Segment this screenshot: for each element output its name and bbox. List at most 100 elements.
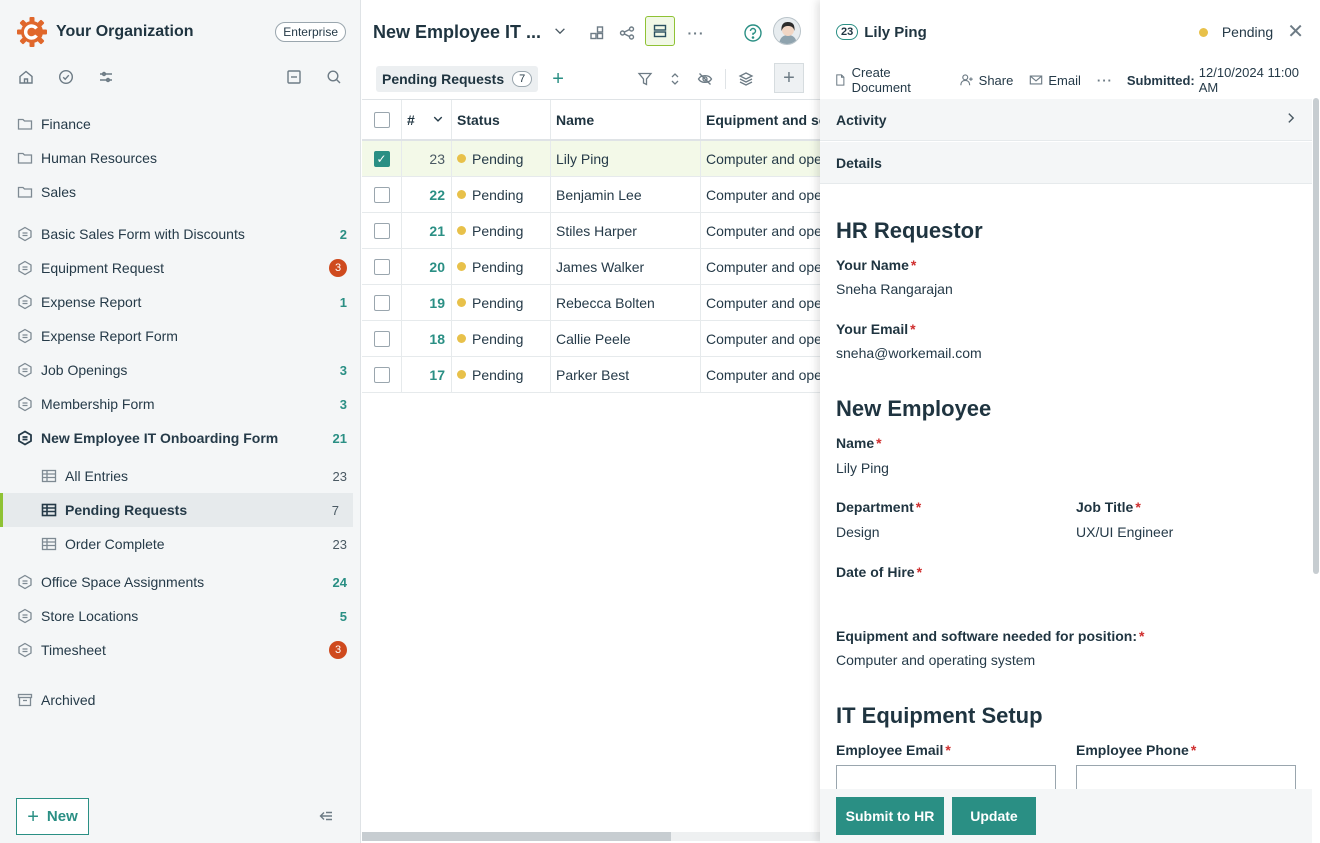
status-badge[interactable]: Pending [1198, 24, 1273, 40]
sidebar: Your Organization Enterprise Finance Hum… [0, 0, 361, 843]
col-header-status[interactable]: Status [452, 100, 551, 139]
col-header-label: # [407, 111, 415, 128]
hide-fields-icon[interactable] [690, 64, 720, 94]
row-number[interactable]: 20 [402, 249, 452, 284]
panel-actions: Create Document Share Email ··· Submitte… [834, 65, 1310, 95]
row-checkbox[interactable] [373, 186, 390, 203]
share-button[interactable]: Share [959, 73, 1013, 88]
your-email-label: Your Email * [836, 321, 916, 337]
email-button[interactable]: Email [1029, 73, 1081, 88]
new-button-label: New [46, 808, 78, 825]
row-name: Parker Best [551, 357, 701, 392]
sidebar-item-label: Sales [41, 184, 77, 200]
sidebar-form-equipment-request[interactable]: Equipment Request 3 [0, 251, 361, 285]
sidebar-form-store-locations[interactable]: Store Locations 5 [0, 599, 361, 633]
help-icon[interactable] [738, 18, 768, 48]
collapse-all-icon[interactable] [284, 67, 304, 87]
sidebar-item-label: Office Space Assignments [41, 574, 205, 590]
row-number[interactable]: 21 [402, 213, 452, 248]
sidebar-folder-human-resources[interactable]: Human Resources [0, 141, 361, 175]
employee-email-label: Employee Email * [836, 742, 951, 758]
sidebar-form-office-space[interactable]: Office Space Assignments 24 [0, 565, 361, 599]
sidebar-archived[interactable]: Archived [0, 683, 361, 717]
row-select-cell [362, 321, 402, 356]
sidebar-folder-finance[interactable]: Finance [0, 107, 361, 141]
sidebar-form-expense-report-form[interactable]: Expense Report Form [0, 319, 361, 353]
more-icon[interactable]: ··· [681, 18, 711, 48]
table-row[interactable]: 20 Pending James Walker Computer and operat… [362, 249, 820, 285]
search-icon[interactable] [324, 67, 344, 87]
home-icon[interactable] [16, 67, 36, 87]
row-number[interactable]: 23 [402, 141, 452, 176]
collapse-sidebar-icon[interactable] [318, 808, 334, 827]
workflow-icon[interactable] [612, 18, 642, 48]
scrollbar-thumb[interactable] [362, 832, 671, 841]
entry-count: 3 [339, 396, 347, 412]
col-header-num[interactable]: # [402, 100, 452, 139]
sidebar-form-membership[interactable]: Membership Form 3 [0, 387, 361, 421]
check-circle-icon[interactable] [56, 67, 76, 87]
add-view-icon[interactable]: + [552, 68, 564, 91]
row-equipment: Computer and operating system [706, 150, 820, 167]
table-row[interactable]: ✓ 23 Pending Lily Ping Computer and operatin… [362, 141, 820, 177]
split-view-icon[interactable] [645, 16, 675, 46]
row-checkbox[interactable] [373, 366, 390, 383]
sidebar-view-pending-requests[interactable]: Pending Requests 7 [0, 493, 353, 527]
filter-icon[interactable] [630, 64, 660, 94]
sort-desc-icon[interactable] [432, 112, 444, 128]
view-title[interactable]: New Employee IT ... [373, 22, 541, 43]
sort-icon[interactable] [660, 64, 690, 94]
name-label: Name * [836, 435, 882, 451]
add-column-button[interactable]: + [774, 63, 804, 93]
sidebar-item-label: Archived [41, 692, 96, 708]
grid-view-icon[interactable] [582, 18, 612, 48]
sidebar-folder-sales[interactable]: Sales [0, 175, 361, 209]
sidebar-form-job-openings[interactable]: Job Openings 3 [0, 353, 361, 387]
vertical-scrollbar[interactable] [1313, 98, 1319, 574]
row-status: Pending [452, 141, 551, 176]
sidebar-form-basic-sales[interactable]: Basic Sales Form with Discounts 2 [0, 217, 361, 251]
layers-icon[interactable] [731, 64, 761, 94]
table-row[interactable]: 19 Pending Rebecca Bolten Computer and oper… [362, 285, 820, 321]
row-number[interactable]: 22 [402, 177, 452, 212]
more-actions-icon[interactable]: ··· [1097, 73, 1113, 88]
section-heading-it-setup: IT Equipment Setup [836, 703, 1043, 728]
row-checkbox[interactable]: ✓ [373, 150, 390, 167]
table-icon [40, 535, 58, 553]
sidebar-view-order-complete[interactable]: Order Complete 23 [0, 527, 361, 561]
table-row[interactable]: 18 Pending Callie Peele Computer and operat… [362, 321, 820, 357]
details-section[interactable]: Details [820, 142, 1312, 184]
horizontal-scrollbar[interactable] [362, 832, 820, 841]
sidebar-form-expense-report[interactable]: Expense Report 1 [0, 285, 361, 319]
create-document-button[interactable]: Create Document [834, 65, 944, 95]
row-checkbox[interactable] [373, 222, 390, 239]
col-header-name[interactable]: Name [551, 100, 701, 139]
update-button[interactable]: Update [952, 797, 1036, 835]
status-text: Pending [472, 330, 524, 347]
activity-section[interactable]: Activity [820, 99, 1312, 141]
table-row[interactable]: 22 Pending Benjamin Lee Computer and operat… [362, 177, 820, 213]
sidebar-item-label: New Employee IT Onboarding Form [41, 430, 279, 446]
table-row[interactable]: 21 Pending Stiles Harper Computer and opera… [362, 213, 820, 249]
submit-to-hr-button[interactable]: Submit to HR [836, 797, 944, 835]
sidebar-view-all-entries[interactable]: All Entries 23 [0, 459, 361, 493]
avatar[interactable] [773, 17, 801, 45]
chevron-down-icon[interactable] [553, 24, 567, 41]
row-number[interactable]: 17 [402, 357, 452, 392]
table-row[interactable]: 17 Pending Parker Best Computer and operati… [362, 357, 820, 393]
row-number[interactable]: 18 [402, 321, 452, 356]
col-header-equipment[interactable]: Equipment and so [701, 100, 820, 139]
org-name[interactable]: Your Organization [56, 23, 275, 41]
row-checkbox[interactable] [373, 330, 390, 347]
sidebar-form-timesheet[interactable]: Timesheet 3 [0, 633, 361, 667]
close-icon[interactable]: ✕ [1287, 22, 1304, 42]
new-button[interactable]: + New [16, 798, 89, 835]
row-checkbox[interactable] [373, 294, 390, 311]
sidebar-form-new-employee-it[interactable]: New Employee IT Onboarding Form 21 [0, 421, 361, 455]
select-all-checkbox[interactable] [373, 111, 390, 128]
row-number[interactable]: 19 [402, 285, 452, 320]
your-email-value: sneha@workemail.com [836, 345, 982, 361]
sliders-icon[interactable] [96, 67, 116, 87]
tab-pending-requests[interactable]: Pending Requests 7 [376, 66, 539, 92]
row-checkbox[interactable] [373, 258, 390, 275]
